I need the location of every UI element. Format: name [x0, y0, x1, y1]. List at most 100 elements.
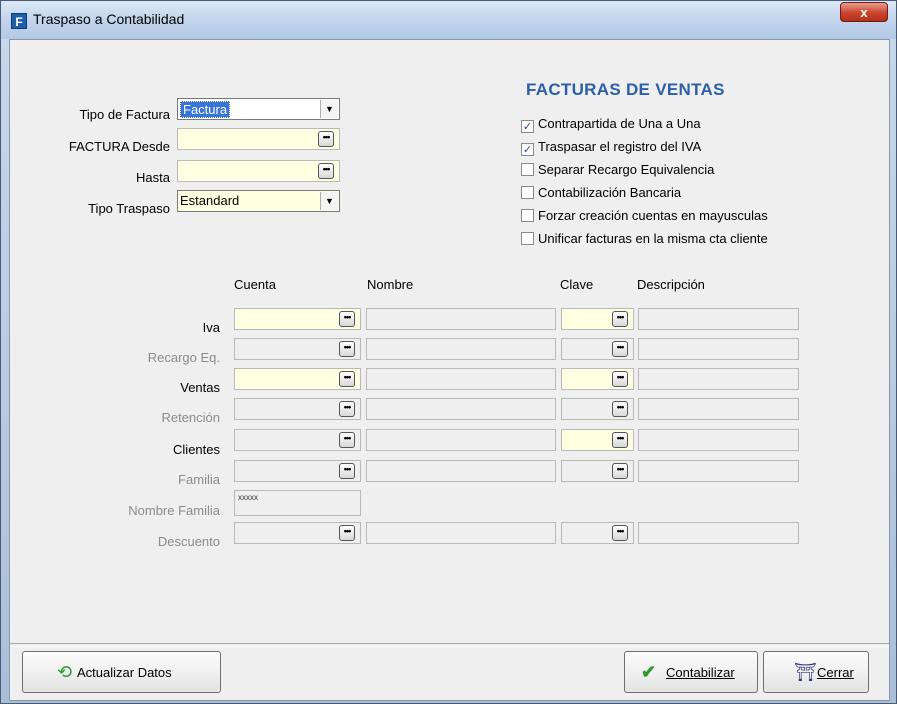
contabilizar-button[interactable]: ✔ Contabilizar — [624, 651, 758, 693]
footer-separator — [10, 643, 889, 647]
option-traspasar-iva[interactable]: ✓ Traspasar el registro del IVA — [521, 139, 701, 156]
chevron-down-icon[interactable]: ▼ — [320, 192, 338, 210]
close-button[interactable]: x — [840, 2, 888, 22]
option-separar-recargo[interactable]: Separar Recargo Equivalencia — [521, 162, 714, 177]
lookup-button[interactable]: ••• — [339, 432, 355, 448]
actualizar-datos-label: Actualizar Datos — [77, 665, 172, 680]
descuento-cuenta-input[interactable]: ••• — [234, 522, 361, 544]
lookup-button[interactable]: ••• — [612, 525, 628, 541]
familia-cuenta-input[interactable]: ••• — [234, 460, 361, 482]
window-title: Traspaso a Contabilidad — [33, 11, 185, 27]
iva-descripcion-field — [638, 308, 799, 330]
tipo-factura-select[interactable]: Factura ▼ — [177, 98, 340, 120]
recargo-clave-input[interactable]: ••• — [561, 338, 634, 360]
ventas-nombre-field — [366, 368, 556, 390]
familia-descripcion-field — [638, 460, 799, 482]
row-label-clientes: Clientes — [173, 442, 220, 457]
exit-door-icon: ⛩ — [794, 662, 817, 682]
section-title: FACTURAS DE VENTAS — [526, 80, 725, 99]
contabilizar-label: Contabilizar — [666, 665, 735, 680]
row-label-ventas: Ventas — [180, 380, 220, 395]
tipo-traspaso-select[interactable]: Estandard ▼ — [177, 190, 340, 212]
recargo-nombre-field — [366, 338, 556, 360]
checkmark-icon: ✔ — [641, 662, 657, 682]
clientes-clave-input[interactable]: ••• — [561, 429, 634, 451]
option-label: Separar Recargo Equivalencia — [538, 162, 715, 177]
row-label-familia: Familia — [178, 472, 220, 487]
close-icon: x — [860, 5, 868, 20]
tipo-traspaso-label: Tipo Traspaso — [88, 201, 170, 216]
actualizar-datos-button[interactable]: ⟲ Actualizar Datos — [22, 651, 221, 693]
lookup-hasta-button[interactable]: ••• — [318, 163, 334, 179]
lookup-button[interactable]: ••• — [339, 341, 355, 357]
nombre-familia-value: xxxxx — [238, 493, 258, 502]
ventas-cuenta-input[interactable]: ••• — [234, 368, 361, 390]
row-label-recargo: Recargo Eq. — [147, 350, 220, 365]
app-window: F Traspaso a Contabilidad x FACTURAS DE … — [0, 0, 897, 704]
checkbox-icon[interactable] — [521, 209, 534, 222]
checkbox-icon[interactable]: ✓ — [521, 143, 534, 156]
lookup-button[interactable]: ••• — [612, 371, 628, 387]
familia-nombre-field — [366, 460, 556, 482]
ventas-clave-input[interactable]: ••• — [561, 368, 634, 390]
nombre-familia-field: xxxxx — [234, 490, 361, 516]
hasta-label: Hasta — [136, 170, 170, 185]
option-contrapartida[interactable]: ✓ Contrapartida de Una a Una — [521, 116, 701, 133]
checkbox-icon[interactable] — [521, 163, 534, 176]
lookup-button[interactable]: ••• — [612, 341, 628, 357]
lookup-button[interactable]: ••• — [339, 401, 355, 417]
column-nombre: Nombre — [367, 277, 414, 292]
clientes-nombre-field — [366, 429, 556, 451]
lookup-button[interactable]: ••• — [612, 432, 628, 448]
tipo-factura-value: Factura — [180, 101, 231, 118]
row-label-descuento: Descuento — [157, 534, 220, 549]
lookup-button[interactable]: ••• — [339, 463, 355, 479]
lookup-button[interactable]: ••• — [339, 371, 355, 387]
title-bar[interactable]: F Traspaso a Contabilidad x — [1, 1, 896, 39]
descuento-descripcion-field — [638, 522, 799, 544]
lookup-button[interactable]: ••• — [339, 525, 355, 541]
recargo-cuenta-input[interactable]: ••• — [234, 338, 361, 360]
column-descripcion: Descripción — [637, 277, 705, 292]
option-forzar-mayusculas[interactable]: Forzar creación cuentas en mayusculas — [521, 208, 768, 223]
descuento-nombre-field — [366, 522, 556, 544]
option-label: Traspasar el registro del IVA — [538, 139, 702, 154]
tipo-traspaso-value: Estandard — [180, 193, 240, 208]
checkbox-icon[interactable] — [521, 186, 534, 199]
descuento-clave-input[interactable]: ••• — [561, 522, 634, 544]
clientes-cuenta-input[interactable]: ••• — [234, 429, 361, 451]
iva-nombre-field — [366, 308, 556, 330]
row-label-iva: Iva — [202, 320, 220, 335]
cerrar-label: Cerrar — [817, 665, 854, 680]
checkbox-icon[interactable] — [521, 232, 534, 245]
row-label-nombre-familia: Nombre Familia — [128, 503, 220, 518]
checkbox-icon[interactable]: ✓ — [521, 120, 534, 133]
option-label: Contrapartida de Una a Una — [538, 116, 701, 131]
factura-desde-input[interactable]: ••• — [177, 128, 340, 150]
cerrar-button[interactable]: ⛩ Cerrar — [763, 651, 869, 693]
lookup-desde-button[interactable]: ••• — [318, 131, 334, 147]
lookup-button[interactable]: ••• — [339, 311, 355, 327]
chevron-down-icon[interactable]: ▼ — [320, 100, 338, 118]
retencion-descripcion-field — [638, 398, 799, 420]
option-label: Contabilización Bancaria — [538, 185, 682, 200]
factura-hasta-input[interactable]: ••• — [177, 160, 340, 182]
option-label: Forzar creación cuentas en mayusculas — [538, 208, 768, 223]
lookup-button[interactable]: ••• — [612, 311, 628, 327]
retencion-cuenta-input[interactable]: ••• — [234, 398, 361, 420]
row-label-retencion: Retención — [161, 410, 220, 425]
iva-clave-input[interactable]: ••• — [561, 308, 634, 330]
refresh-icon: ⟲ — [57, 662, 73, 682]
clientes-descripcion-field — [638, 429, 799, 451]
retencion-clave-input[interactable]: ••• — [561, 398, 634, 420]
lookup-button[interactable]: ••• — [612, 463, 628, 479]
tipo-factura-label: Tipo de Factura — [79, 107, 170, 122]
familia-clave-input[interactable]: ••• — [561, 460, 634, 482]
dialog-body: FACTURAS DE VENTAS Tipo de Factura Factu… — [9, 39, 890, 701]
ventas-descripcion-field — [638, 368, 799, 390]
option-label: Unificar facturas en la misma cta client… — [538, 231, 768, 246]
option-unificar-facturas[interactable]: Unificar facturas en la misma cta client… — [521, 231, 768, 246]
lookup-button[interactable]: ••• — [612, 401, 628, 417]
iva-cuenta-input[interactable]: ••• — [234, 308, 361, 330]
option-contabilizacion-bancaria[interactable]: Contabilización Bancaria — [521, 185, 681, 200]
